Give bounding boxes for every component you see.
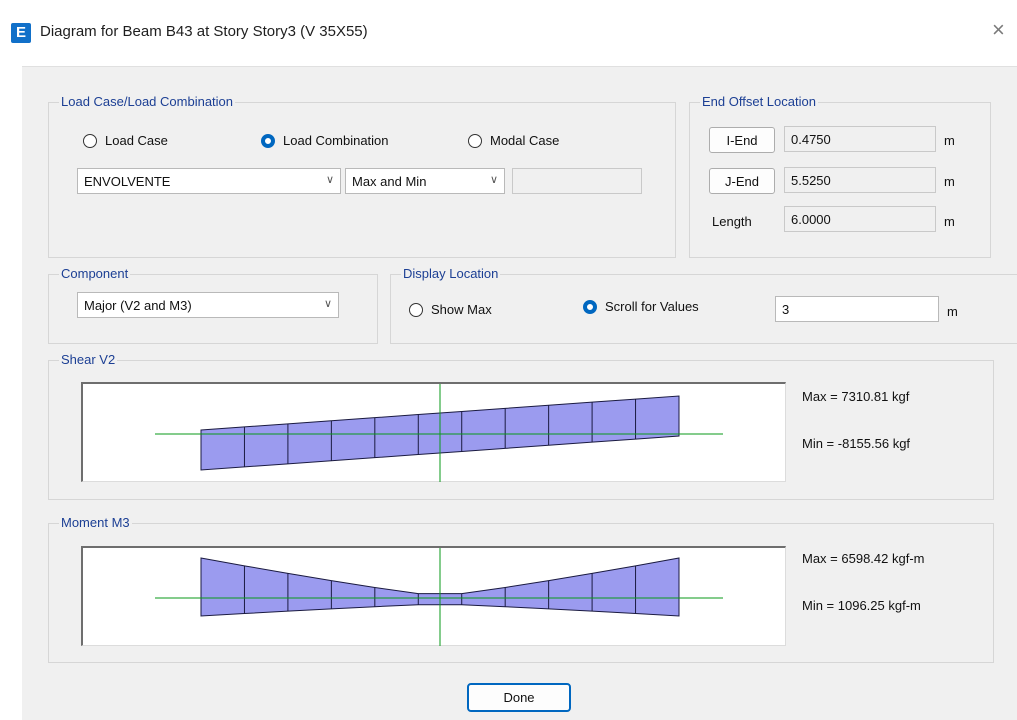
display-location-group-title: Display Location	[401, 266, 501, 282]
load-case-radio-indicator	[83, 133, 97, 148]
load-case-radio[interactable]: Load Case	[83, 133, 168, 148]
chevron-down-icon: ∨	[325, 174, 334, 186]
j-end-button[interactable]: J-End	[709, 168, 775, 194]
shear-min-label: Min = -8155.56 kgf	[802, 436, 911, 451]
display-location-group: Display Location Show Max Scroll for Val…	[390, 266, 1017, 344]
length-label: Length	[712, 214, 752, 229]
j-end-value: 5.5250	[784, 167, 936, 193]
load-combination-radio[interactable]: Load Combination	[261, 133, 389, 148]
result-type-select[interactable]: Max and Min ∨	[345, 168, 505, 194]
moment-diagram	[155, 548, 723, 646]
disabled-field	[512, 168, 642, 194]
done-button[interactable]: Done	[467, 683, 571, 712]
shear-v2-group-title: Shear V2	[59, 352, 118, 368]
load-case-radio-label: Load Case	[105, 133, 168, 148]
component-select-value: Major (V2 and M3)	[84, 297, 192, 313]
title-bar: E Diagram for Beam B43 at Story Story3 (…	[0, 0, 1017, 66]
length-value: 6.0000	[784, 206, 936, 232]
show-max-radio-indicator	[409, 302, 423, 317]
location-input[interactable]: 3	[775, 296, 939, 322]
load-combination-select-value: ENVOLVENTE	[84, 173, 171, 189]
shear-diagram	[155, 384, 723, 482]
moment-max-label: Max = 6598.42 kgf-m	[802, 551, 925, 566]
shear-v2-group: Shear V2 Max = 7310.81 kgf Min = -8155.5…	[48, 352, 994, 500]
close-button[interactable]: ×	[992, 18, 1005, 42]
load-case-group-title: Load Case/Load Combination	[59, 94, 236, 110]
load-case-group: Load Case/Load Combination Load Case Loa…	[48, 94, 676, 258]
scroll-for-values-radio[interactable]: Scroll for Values	[583, 299, 699, 314]
show-max-radio[interactable]: Show Max	[409, 302, 492, 317]
component-group-title: Component	[59, 266, 131, 282]
scroll-for-values-radio-indicator	[583, 299, 597, 314]
location-unit: m	[947, 304, 958, 319]
moment-diagram-panel	[81, 546, 786, 646]
result-type-select-value: Max and Min	[352, 173, 427, 189]
modal-case-radio-label: Modal Case	[490, 133, 560, 148]
scroll-for-values-radio-label: Scroll for Values	[605, 299, 699, 314]
chevron-down-icon: ∨	[489, 174, 498, 186]
moment-min-label: Min = 1096.25 kgf-m	[802, 598, 921, 613]
dialog-client-area: Load Case/Load Combination Load Case Loa…	[22, 66, 1017, 720]
load-combination-radio-label: Load Combination	[283, 133, 389, 148]
moment-m3-group-title: Moment M3	[59, 515, 132, 531]
i-end-value: 0.4750	[784, 126, 936, 152]
moment-m3-group: Moment M3 Max = 6598.42 kgf-m Min = 1096…	[48, 515, 994, 663]
length-unit: m	[944, 214, 955, 229]
etabs-app-icon: E	[11, 23, 31, 43]
modal-case-radio[interactable]: Modal Case	[468, 133, 559, 148]
load-combination-radio-indicator	[261, 133, 275, 148]
i-end-unit: m	[944, 133, 955, 148]
component-group: Component Major (V2 and M3) ∨	[48, 266, 378, 344]
end-offset-group: End Offset Location I-End 0.4750 m J-End…	[689, 94, 991, 258]
shear-max-label: Max = 7310.81 kgf	[802, 389, 910, 404]
end-offset-group-title: End Offset Location	[700, 94, 818, 110]
i-end-button[interactable]: I-End	[709, 127, 775, 153]
modal-case-radio-indicator	[468, 133, 482, 148]
component-select[interactable]: Major (V2 and M3) ∨	[77, 292, 339, 318]
window-title: Diagram for Beam B43 at Story Story3 (V …	[40, 23, 368, 40]
j-end-unit: m	[944, 174, 955, 189]
chevron-down-icon: ∨	[323, 298, 332, 310]
shear-diagram-panel	[81, 382, 786, 482]
show-max-radio-label: Show Max	[431, 302, 492, 317]
load-combination-select[interactable]: ENVOLVENTE ∨	[77, 168, 341, 194]
